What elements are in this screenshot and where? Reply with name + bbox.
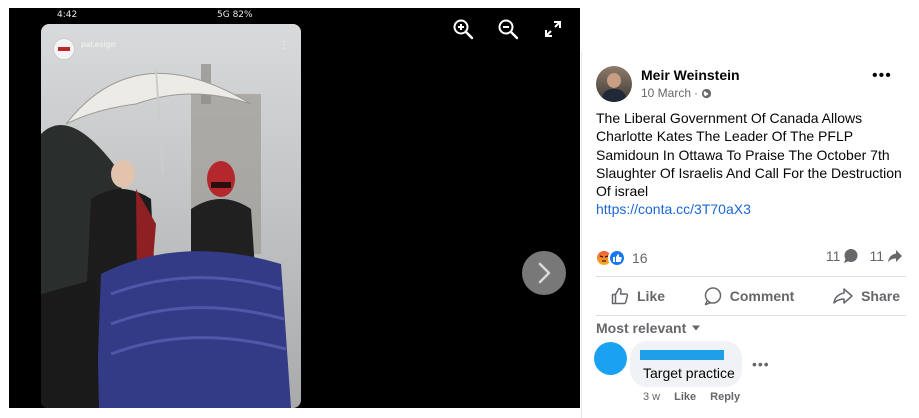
divider [596, 276, 906, 277]
post-meta: 10 March · [641, 86, 712, 100]
meta-separator: · [694, 86, 699, 100]
share-arrow-icon [888, 250, 902, 262]
video-frame[interactable]: pal.esign Public · Ottawa ⋮ [41, 24, 301, 408]
comment-sort-dropdown[interactable]: Most relevant [596, 320, 701, 336]
like-label: Like [637, 288, 666, 304]
comment-bubble: Target practice [630, 341, 742, 387]
share-icon [833, 288, 853, 304]
comment-label: Comment [729, 288, 795, 304]
post-actions: Like Comment Share [596, 282, 906, 310]
commenter-avatar[interactable] [594, 342, 627, 375]
redacted-commenter-name [640, 350, 724, 360]
comment-options-button[interactable]: ••• [752, 356, 770, 372]
comment-reply-button[interactable]: Reply [710, 391, 740, 403]
zoom-in-icon[interactable] [452, 18, 474, 40]
caret-down-icon [692, 325, 701, 331]
story-subtitle: Public · Ottawa [81, 51, 129, 58]
status-time: 4:42 [57, 10, 78, 20]
fullscreen-icon[interactable] [542, 18, 564, 40]
story-avatar [53, 38, 75, 60]
comment-age[interactable]: 3 w [643, 391, 660, 403]
share-label: Share [861, 288, 900, 304]
story-more-icon: ⋮ [279, 40, 289, 51]
sort-label: Most relevant [596, 320, 687, 336]
engagement-counts: 11 11 [826, 248, 903, 264]
post-link[interactable]: https://conta.cc/3T70aX3 [596, 201, 751, 217]
comment-meta: 3 w Like Reply [643, 391, 740, 403]
reaction-count: 16 [632, 250, 648, 266]
globe-icon [701, 88, 712, 98]
video-scene [41, 24, 301, 408]
zoom-out-icon[interactable] [497, 18, 519, 40]
next-media-button[interactable] [522, 251, 566, 295]
post-date[interactable]: 10 March [641, 86, 691, 100]
media-viewer: 4:42 5G 82% pal.esign Public · Ottawa ⋮ [9, 8, 580, 408]
like-reaction-icon [608, 249, 626, 267]
story-username: pal.esign [81, 40, 116, 49]
divider [596, 315, 906, 316]
status-indicators: 5G 82% [217, 10, 253, 20]
comment-count[interactable]: 11 [826, 248, 860, 264]
chevron-right-icon [538, 262, 551, 284]
share-count[interactable]: 11 [869, 248, 903, 264]
post-options-button[interactable]: ••• [872, 68, 894, 87]
post-panel: Meir Weinstein 10 March · ••• The Libera… [581, 52, 919, 418]
network-label: 5G [217, 10, 230, 20]
comment-icon [704, 287, 722, 306]
story-header: pal.esign Public · Ottawa ⋮ [53, 36, 293, 62]
battery-label: 82% [232, 10, 253, 20]
comment-button[interactable]: Comment [703, 286, 795, 306]
author-name[interactable]: Meir Weinstein [641, 67, 740, 83]
phone-status-bar: 4:42 5G 82% [9, 8, 299, 24]
comment-bubble-icon [844, 249, 858, 263]
share-count-value: 11 [869, 248, 884, 264]
reaction-summary[interactable]: 16 [595, 248, 648, 268]
author-avatar[interactable] [596, 66, 632, 102]
post-body: The Liberal Government Of Canada Allows … [596, 110, 902, 200]
comment-text: Target practice [643, 365, 735, 381]
share-button[interactable]: Share [832, 286, 900, 306]
thumbs-up-icon [611, 287, 629, 305]
like-button[interactable]: Like [610, 286, 665, 306]
comment-count-value: 11 [825, 248, 841, 264]
comment-like-button[interactable]: Like [674, 391, 696, 403]
